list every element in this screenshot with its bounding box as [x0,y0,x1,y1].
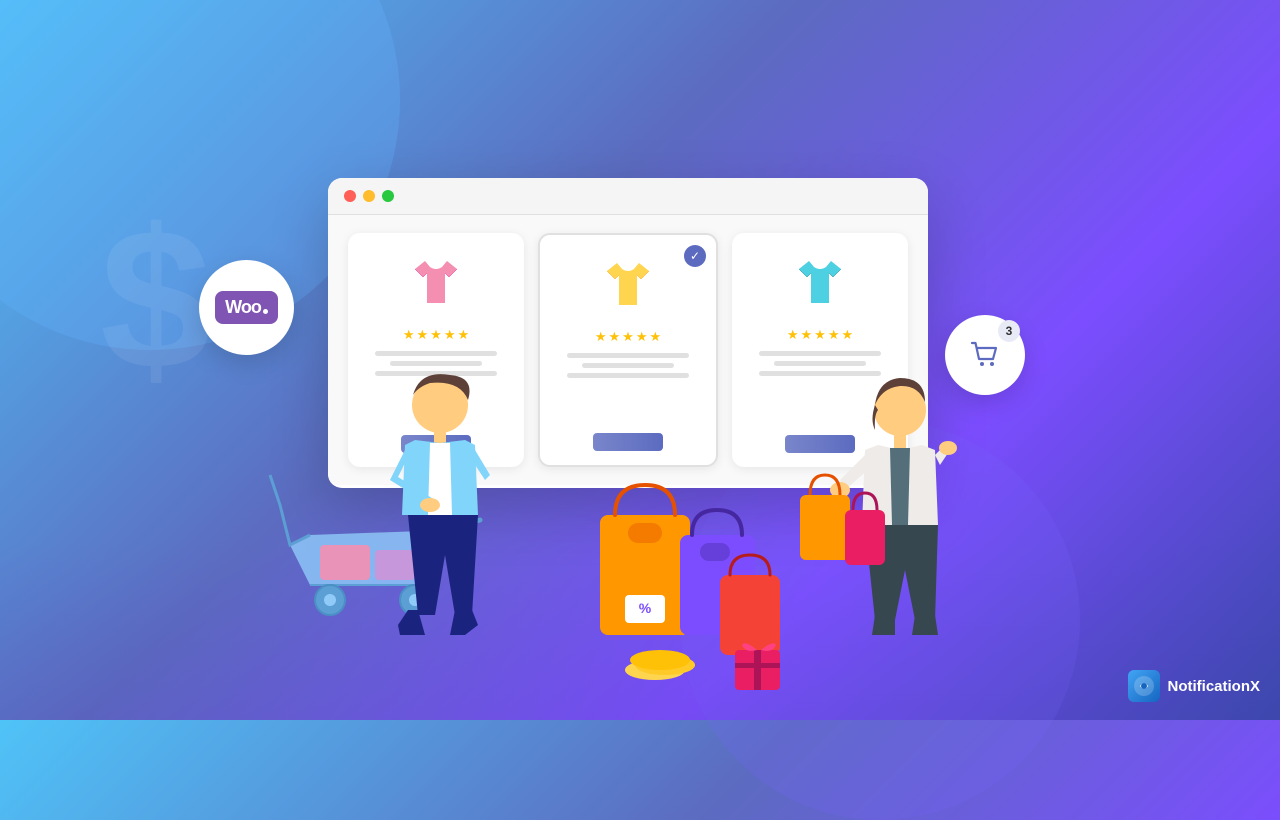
browser-dot-green [382,190,394,202]
cart-count: 3 [998,320,1020,342]
browser-dot-yellow [363,190,375,202]
shopping-bags-group: % [580,435,800,700]
browser-bar [328,178,928,215]
notificationx-logo: NotificationX [1128,670,1261,702]
shirt-image-1 [401,247,471,317]
notificationx-text: NotificationX [1168,678,1261,695]
nx-icon [1128,670,1160,702]
cart-badge[interactable]: 3 [945,315,1025,395]
shirt-image-3 [785,247,855,317]
person-with-bags [790,350,990,695]
cart-icon [967,337,1003,373]
shirt-image-2 [593,249,663,319]
product-lines-2 [552,353,704,383]
stars-3: ★ ★ ★ ★ ★ [787,327,853,343]
svg-text:%: % [639,600,652,616]
product-line [567,373,689,378]
stars-2: ★ ★ ★ ★ ★ [595,329,661,345]
dollar-watermark: $ [100,200,211,400]
product-line [582,363,673,368]
checkmark-icon: ✓ [684,245,706,267]
stars-1: ★ ★ ★ ★ ★ [403,327,469,343]
woo-dot [263,309,268,314]
product-card-2[interactable]: ✓ ★ ★ ★ ★ ★ [538,233,718,467]
person-with-cart [230,345,490,690]
browser-dot-red [344,190,356,202]
product-line [567,353,689,358]
woo-badge: Woo [199,260,294,355]
woo-text: Woo [225,297,261,318]
